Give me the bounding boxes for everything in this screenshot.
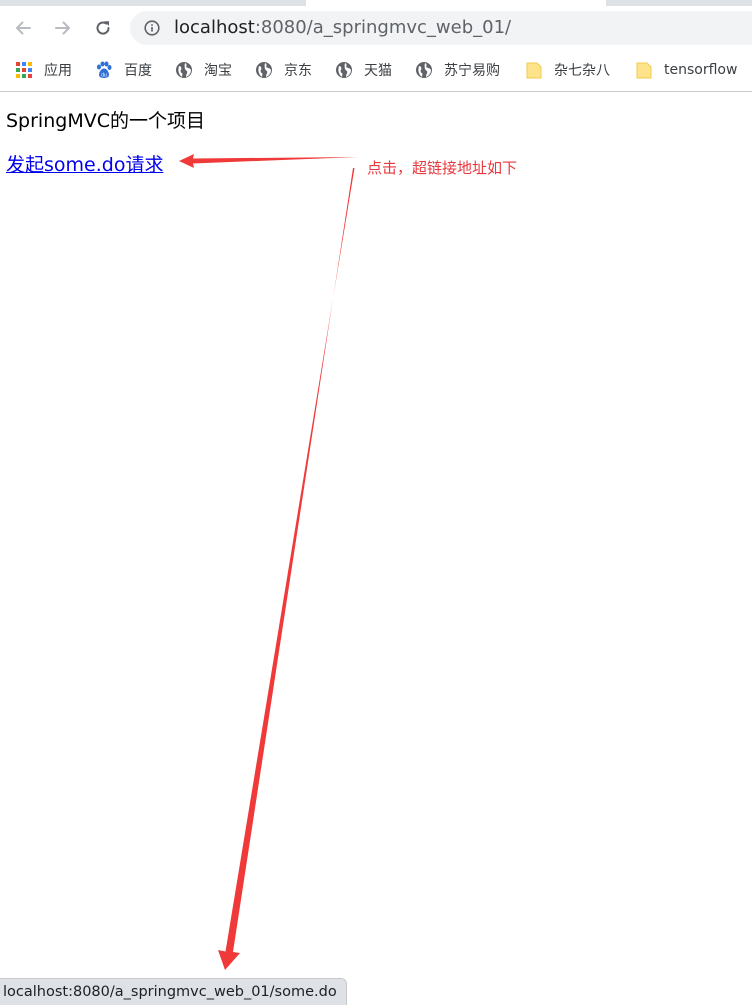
bookmark-apps[interactable]: 应用 — [15, 59, 72, 81]
bookmark-label: 应用 — [44, 63, 72, 79]
globe-icon — [175, 61, 193, 79]
url-path: :8080/a_springmvc_web_01/ — [254, 17, 512, 38]
folder-icon — [525, 61, 543, 79]
bookmark-suning[interactable]: 苏宁易购 — [415, 59, 500, 81]
apps-grid-icon — [15, 61, 33, 79]
bookmark-label: 百度 — [124, 63, 152, 79]
bookmark-folder-misc[interactable]: 杂七杂八 — [525, 59, 610, 81]
bookmark-jd[interactable]: 京东 — [255, 59, 312, 81]
info-icon[interactable] — [144, 20, 160, 36]
bookmark-label: 苏宁易购 — [444, 63, 500, 79]
forward-button[interactable] — [48, 13, 78, 43]
bookmark-label: 杂七杂八 — [554, 63, 610, 79]
arrow-right-icon — [55, 21, 70, 35]
globe-icon — [335, 61, 353, 79]
page-heading: SpringMVC的一个项目 — [6, 110, 205, 132]
bookmark-label: 淘宝 — [204, 63, 232, 79]
browser-toolbar: localhost:8080/a_springmvc_web_01/ — [0, 6, 752, 50]
browser-chrome: localhost:8080/a_springmvc_web_01/ 应用 du — [0, 0, 752, 92]
bookmark-folder-tensorflow[interactable]: tensorflow — [635, 59, 737, 81]
bookmark-taobao[interactable]: 淘宝 — [175, 59, 232, 81]
bookmark-label: 天猫 — [364, 63, 392, 79]
url-text[interactable]: localhost:8080/a_springmvc_web_01/ — [174, 18, 511, 38]
globe-icon — [415, 61, 433, 79]
folder-icon — [635, 61, 653, 79]
bookmarks-bar: 应用 du 百度 淘宝 京东 天猫 苏宁易购 杂七杂八 tensorflow — [0, 50, 752, 90]
address-bar[interactable]: localhost:8080/a_springmvc_web_01/ — [130, 11, 752, 45]
status-bar-url: localhost:8080/a_springmvc_web_01/some.d… — [0, 978, 347, 1005]
svg-text:du: du — [101, 73, 107, 79]
baidu-paw-icon: du — [95, 61, 113, 79]
annotation-text: 点击，超链接地址如下 — [367, 159, 518, 177]
url-host: localhost — [174, 17, 255, 38]
bookmark-tmall[interactable]: 天猫 — [335, 59, 392, 81]
bookmark-baidu[interactable]: du 百度 — [95, 59, 152, 81]
arrow-left-icon — [16, 21, 31, 35]
reload-button[interactable] — [88, 13, 118, 43]
page-content: SpringMVC的一个项目 发起some.do请求 — [0, 92, 752, 1004]
bookmark-label: 京东 — [284, 63, 312, 79]
reload-icon — [96, 21, 110, 35]
bookmark-label: tensorflow — [664, 62, 738, 78]
globe-icon — [255, 61, 273, 79]
back-button[interactable] — [8, 13, 38, 43]
some-do-link[interactable]: 发起some.do请求 — [6, 150, 163, 177]
